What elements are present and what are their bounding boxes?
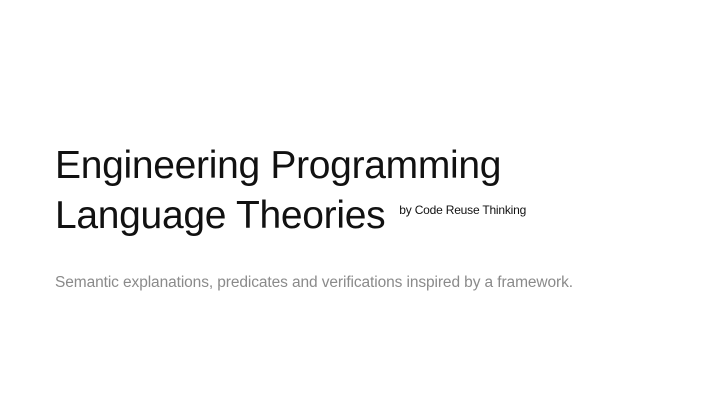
title-line-1: Engineering Programming (55, 144, 502, 187)
byline: by Code Reuse Thinking (399, 203, 527, 217)
slide: Engineering Programming Language Theorie… (0, 0, 720, 405)
title-line-2-text: Language Theories (55, 194, 386, 237)
title-line-2: Language Theories by Code Reuse Thinking (55, 188, 675, 238)
title-block: Engineering Programming Language Theorie… (55, 143, 675, 238)
tagline: Semantic explanations, predicates and ve… (55, 274, 573, 291)
